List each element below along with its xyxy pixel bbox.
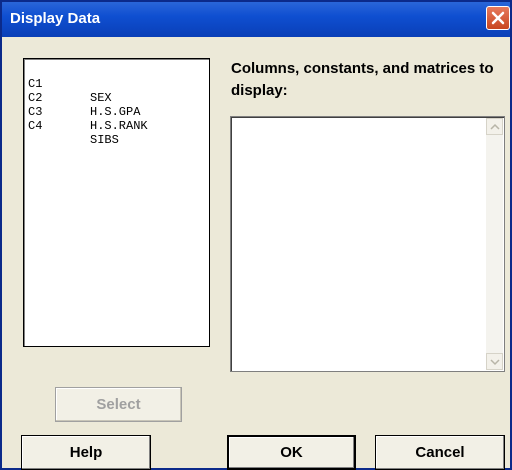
variable-name: H.S.RANK xyxy=(90,119,148,133)
ok-button[interactable]: OK xyxy=(227,435,356,470)
list-item[interactable]: C2 H.S.GPA xyxy=(28,77,140,119)
variable-name: SEX xyxy=(90,91,112,105)
variable-name: SIBS xyxy=(90,133,119,147)
chevron-down-icon xyxy=(490,359,500,366)
variable-id: C4 xyxy=(28,119,43,133)
title-bar: Display Data xyxy=(2,2,510,37)
chevron-up-icon xyxy=(490,123,500,130)
vertical-scrollbar[interactable] xyxy=(486,118,503,370)
dialog-window: Display Data C1 SEX C2 H.S.GPA C3 H.S.RA… xyxy=(0,0,512,470)
variable-name: H.S.GPA xyxy=(90,105,141,119)
help-button[interactable]: Help xyxy=(21,435,151,470)
list-item[interactable]: C4 SIBS xyxy=(28,105,119,147)
scroll-up-button[interactable] xyxy=(486,118,503,135)
display-input[interactable] xyxy=(230,116,505,372)
dialog-title: Display Data xyxy=(10,10,101,27)
list-item[interactable]: C3 H.S.RANK xyxy=(28,91,148,133)
close-button[interactable] xyxy=(486,6,510,30)
variables-listbox[interactable]: C1 SEX C2 H.S.GPA C3 H.S.RANK C4 SIBS xyxy=(23,58,210,347)
display-field-label: Columns, constants, and matrices to disp… xyxy=(231,60,494,99)
cancel-button[interactable]: Cancel xyxy=(375,435,505,470)
list-item[interactable]: C1 SEX xyxy=(28,63,112,105)
scroll-down-button[interactable] xyxy=(486,353,503,370)
close-icon xyxy=(491,11,505,25)
select-button[interactable]: Select xyxy=(55,387,182,422)
